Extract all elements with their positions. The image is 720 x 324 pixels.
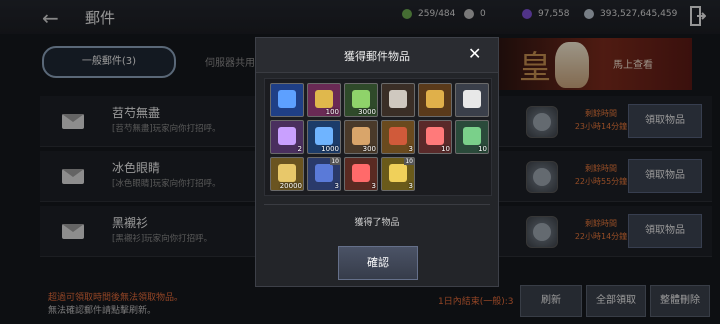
reward-item-slot[interactable]: 10 xyxy=(455,120,489,154)
item-icon xyxy=(389,90,407,108)
item-icon xyxy=(278,90,296,108)
reward-item-slot[interactable]: 10 xyxy=(418,120,452,154)
item-icon xyxy=(463,127,481,145)
reward-item-slot[interactable]: 100 xyxy=(307,83,341,117)
reward-item-slot[interactable]: 3 10 xyxy=(381,157,415,191)
item-count: 2 xyxy=(297,145,302,153)
item-count: 3 xyxy=(334,182,339,190)
item-icon xyxy=(352,90,370,108)
reward-item-slot[interactable]: 3 xyxy=(344,157,378,191)
item-count: 20000 xyxy=(279,182,302,190)
item-tag: 10 xyxy=(404,158,414,165)
modal-header: 獲得郵件物品 ✕ xyxy=(256,38,498,73)
reward-modal: 獲得郵件物品 ✕ 100 3000 2 1000 300 3 10 10 20000 3 10 3 3 1… xyxy=(255,37,499,287)
modal-title: 獲得郵件物品 xyxy=(344,50,410,63)
reward-item-slot[interactable] xyxy=(455,83,489,117)
item-icon xyxy=(426,127,444,145)
item-icon xyxy=(352,164,370,182)
item-count: 3 xyxy=(371,182,376,190)
item-icon xyxy=(278,127,296,145)
item-count: 3000 xyxy=(358,108,376,116)
item-count: 10 xyxy=(478,145,487,153)
obtained-message: 獲得了物品 xyxy=(354,218,400,228)
reward-item-slot[interactable]: 3 10 xyxy=(307,157,341,191)
confirm-button[interactable]: 確認 xyxy=(338,246,418,280)
item-count: 1000 xyxy=(321,145,339,153)
item-icon xyxy=(426,90,444,108)
item-count: 3 xyxy=(408,145,413,153)
reward-item-slot[interactable] xyxy=(381,83,415,117)
item-icon xyxy=(389,127,407,145)
item-count: 300 xyxy=(362,145,376,153)
item-icon xyxy=(389,164,407,182)
reward-item-slot[interactable]: 2 xyxy=(270,120,304,154)
reward-item-slot[interactable]: 300 xyxy=(344,120,378,154)
reward-item-slot[interactable]: 1000 xyxy=(307,120,341,154)
reward-item-slot[interactable] xyxy=(418,83,452,117)
item-count: 10 xyxy=(441,145,450,153)
item-icon xyxy=(352,127,370,145)
close-icon[interactable]: ✕ xyxy=(468,44,481,63)
item-icon xyxy=(315,90,333,108)
reward-item-slot[interactable]: 3000 xyxy=(344,83,378,117)
item-icon xyxy=(463,90,481,108)
item-icon xyxy=(278,164,296,182)
item-grid: 100 3000 2 1000 300 3 10 10 20000 3 10 3 3 10 xyxy=(264,78,492,196)
reward-item-slot[interactable]: 20000 xyxy=(270,157,304,191)
reward-item-slot[interactable] xyxy=(270,83,304,117)
item-count: 100 xyxy=(325,108,339,116)
reward-item-slot[interactable]: 3 xyxy=(381,120,415,154)
item-icon xyxy=(315,164,333,182)
item-icon xyxy=(315,127,333,145)
divider xyxy=(264,204,490,205)
item-count: 3 xyxy=(408,182,413,190)
item-tag: 10 xyxy=(330,158,340,165)
